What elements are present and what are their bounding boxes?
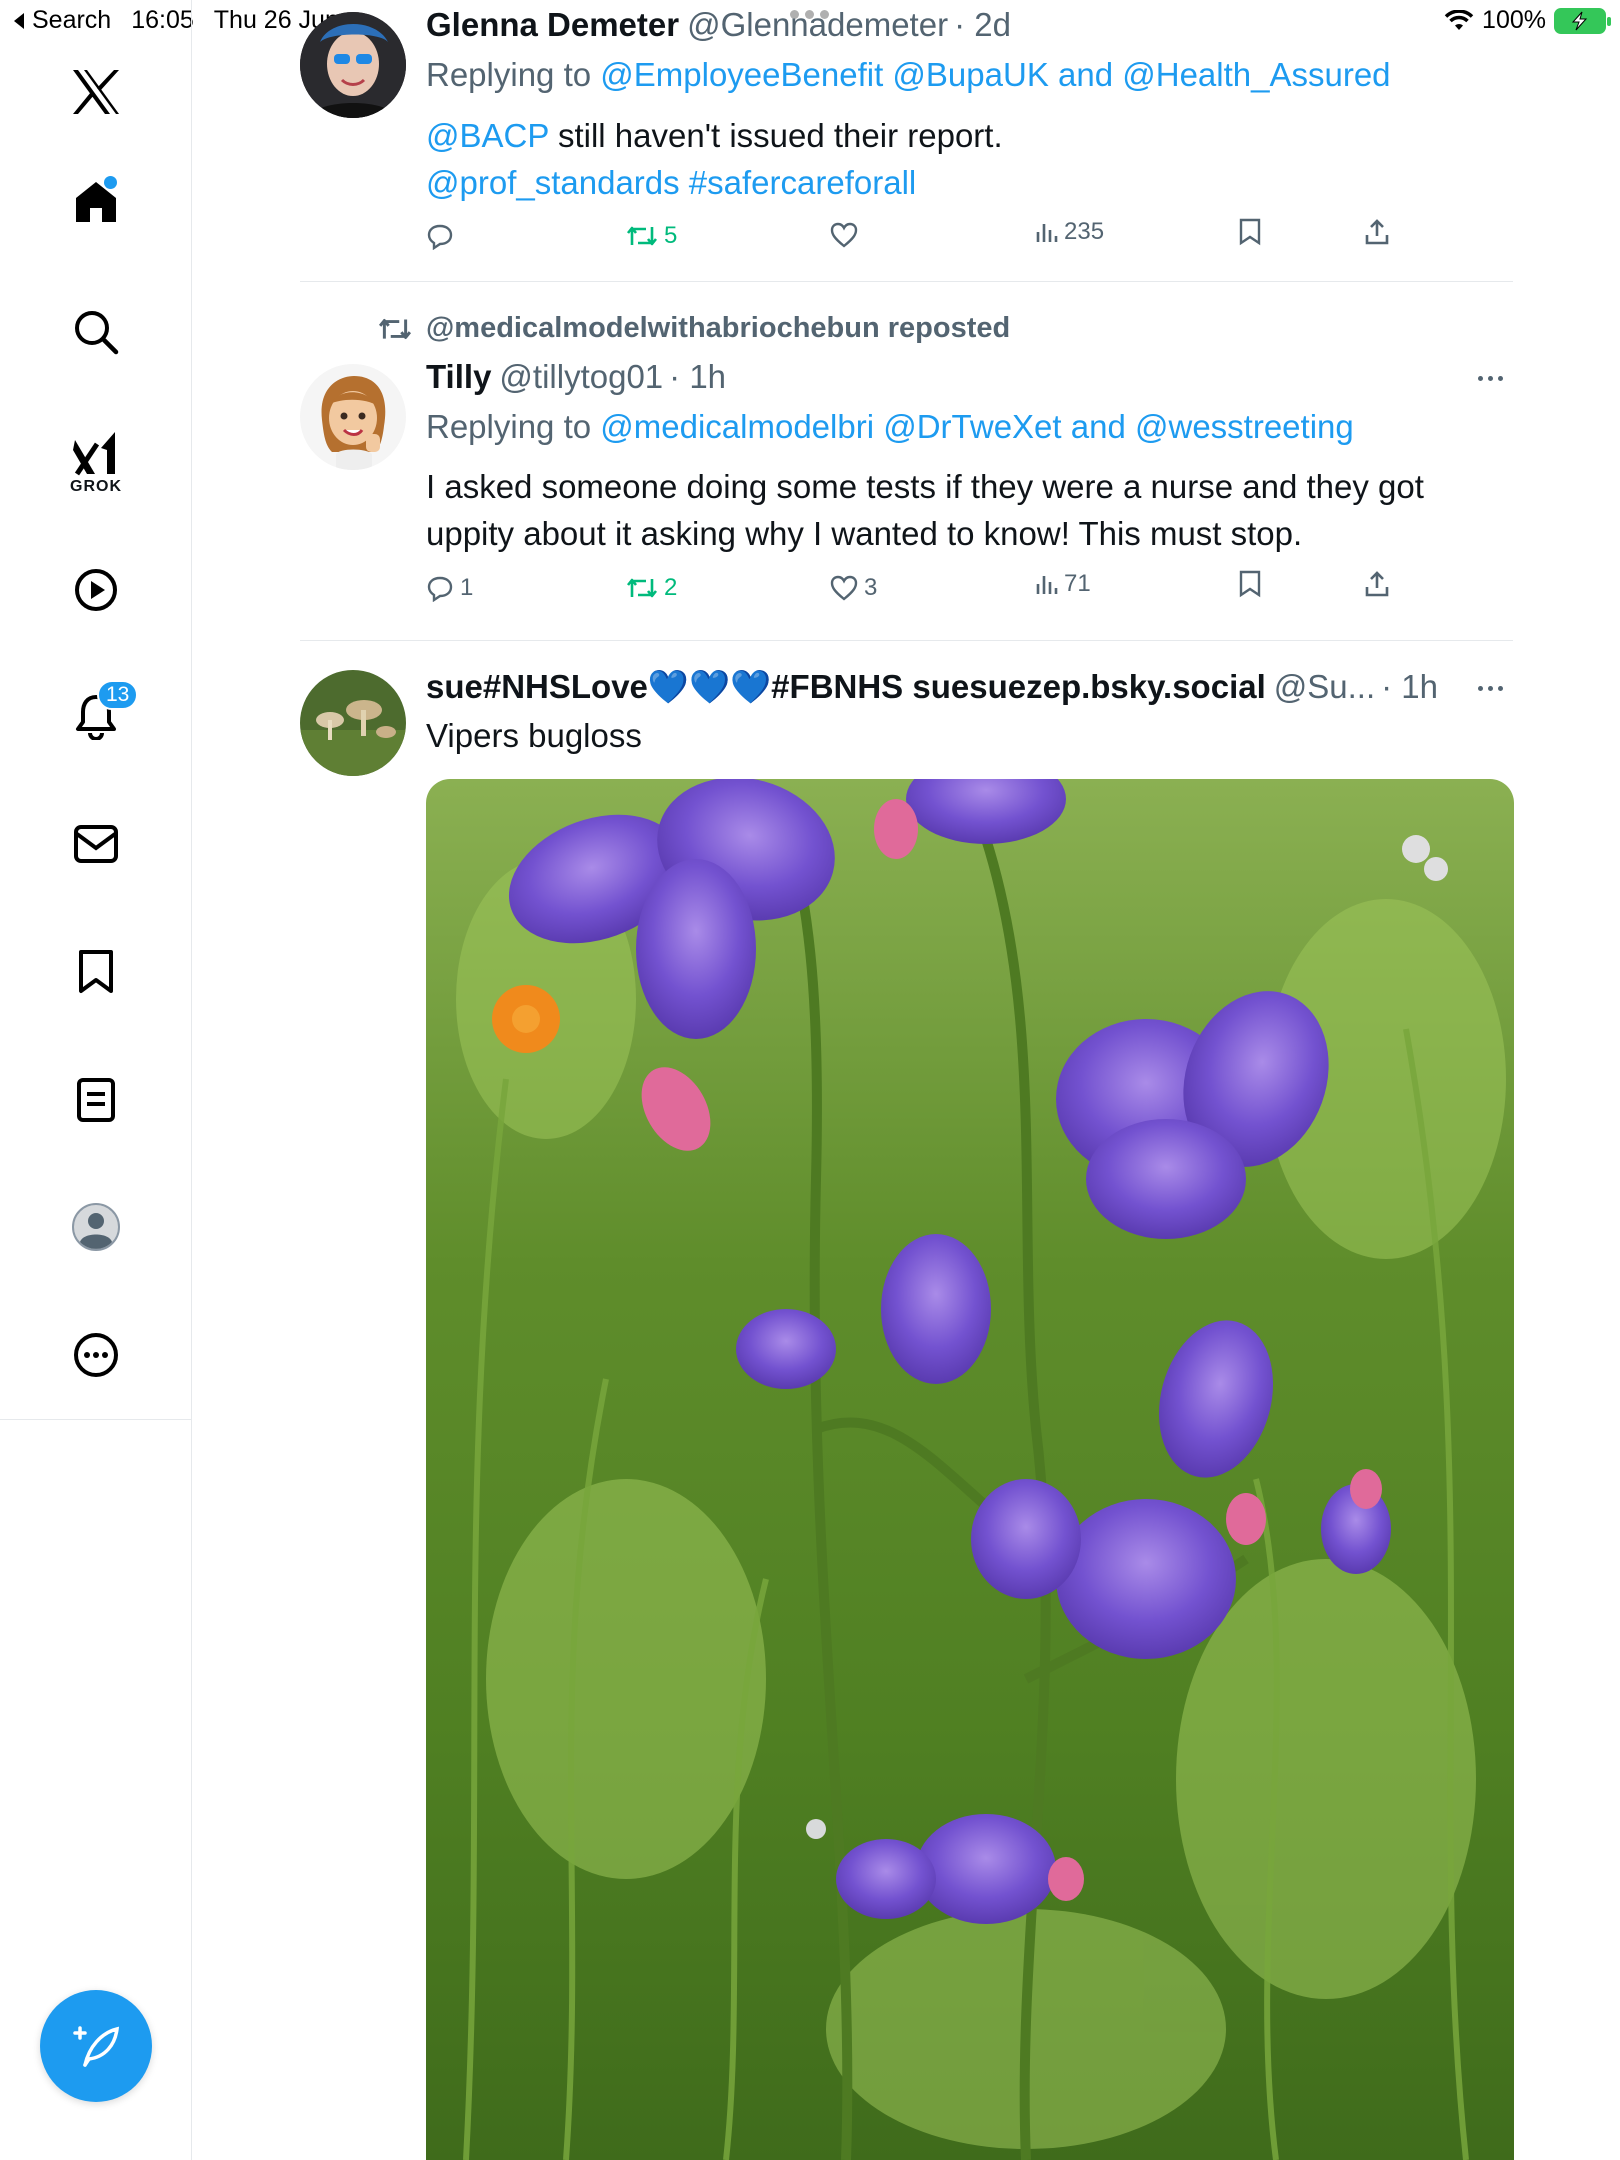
hashtag-link[interactable]: @prof_standards #safercareforall: [426, 159, 1003, 206]
tweet-divider: [300, 281, 1513, 282]
views-button[interactable]: 235: [1034, 218, 1104, 246]
avatar-tilly[interactable]: [300, 364, 406, 470]
post-time: · 2d: [954, 6, 1011, 43]
battery-percent: 100%: [1482, 6, 1546, 34]
nav-bookmarks[interactable]: [0, 942, 192, 1002]
repost-icon: [626, 578, 658, 598]
notifications-badge: 13: [97, 680, 139, 710]
search-icon: [75, 311, 119, 355]
bookmark-button[interactable]: [1238, 218, 1262, 246]
share-button[interactable]: [1364, 218, 1390, 246]
more-circle-icon: [74, 1333, 118, 1377]
tweet-text: @BACP still haven't issued their report.…: [426, 112, 1003, 206]
compose-post-button[interactable]: [40, 1990, 152, 2102]
views-button[interactable]: 71: [1034, 570, 1091, 598]
play-icon: [75, 569, 117, 611]
repost-button[interactable]: 2: [626, 574, 677, 602]
like-button[interactable]: [830, 222, 864, 248]
mention-link[interactable]: @Health_Assured: [1122, 56, 1390, 93]
sidebar: GROK 13: [0, 0, 192, 2160]
author-name[interactable]: Glenna Demeter: [426, 6, 679, 44]
reply-button[interactable]: [426, 222, 460, 250]
author-name[interactable]: Tilly: [426, 358, 491, 396]
compose-quill-icon: [73, 2026, 120, 2067]
repost-button[interactable]: 5: [626, 222, 677, 250]
tweet-text: Vipers bugloss: [426, 717, 642, 754]
author-handle[interactable]: @Su...: [1274, 668, 1375, 706]
nav-videos[interactable]: [0, 560, 192, 620]
tweet-actions: 1 2 3 71: [426, 570, 1401, 614]
heart-icon: [830, 222, 858, 248]
nav-home[interactable]: [0, 172, 192, 232]
bookmark-icon: [1239, 218, 1261, 246]
tweet-divider: [300, 640, 1513, 641]
bookmark-icon: [1239, 570, 1261, 598]
nav-profile[interactable]: [0, 1197, 192, 1257]
mention-link[interactable]: @medicalmodelbri @DrTweXet: [600, 408, 1061, 445]
author-handle[interactable]: @tillytog01: [499, 358, 663, 396]
share-button[interactable]: [1364, 570, 1390, 598]
home-unread-dot: [104, 176, 117, 189]
grok-icon: [73, 432, 115, 476]
mention-link[interactable]: @EmployeeBenefit @BupaUK: [600, 56, 1049, 93]
reply-icon: [427, 576, 453, 602]
tweet-actions: 5 235: [426, 218, 1401, 262]
nav-notifications[interactable]: 13: [0, 680, 192, 746]
more-options-button[interactable]: [1478, 368, 1518, 388]
mail-icon: [74, 825, 118, 863]
avatar-glenna[interactable]: [300, 12, 406, 118]
nav-more[interactable]: [0, 1325, 192, 1385]
battery-icon: [1554, 7, 1611, 34]
post-time: · 1h: [669, 358, 727, 395]
list-document-icon: [77, 1078, 115, 1122]
author-handle[interactable]: @Glennademeter: [687, 6, 948, 44]
vipers-bugloss-photo: [426, 779, 1514, 2160]
reply-icon: [427, 224, 453, 250]
profile-avatar-icon: [72, 1203, 120, 1251]
x-logo[interactable]: [0, 62, 192, 122]
wifi-icon: [1444, 9, 1474, 30]
bookmark-button[interactable]: [1238, 570, 1262, 598]
avatar-sue[interactable]: [300, 670, 406, 776]
nav-explore[interactable]: [0, 302, 192, 362]
views-chart-icon: [1036, 224, 1058, 242]
repost-context[interactable]: @medicalmodelwithabriochebun reposted: [378, 312, 1010, 345]
mention-link[interactable]: @BACP: [426, 117, 549, 154]
replying-to: Replying to @EmployeeBenefit @BupaUK and…: [426, 56, 1391, 93]
author-name[interactable]: sue#NHSLove💙💙💙#FBNHS suesuezep.bsky.soci…: [426, 668, 1266, 707]
like-button[interactable]: 3: [830, 574, 877, 602]
nav-lists[interactable]: [0, 1070, 192, 1130]
replying-to: Replying to @medicalmodelbri @DrTweXet a…: [426, 408, 1354, 445]
repost-icon: [626, 226, 658, 246]
mention-link[interactable]: @wesstreeting: [1135, 408, 1354, 445]
heart-icon: [830, 575, 858, 601]
post-time: · 1h: [1381, 668, 1439, 705]
repost-icon: [378, 318, 412, 339]
bookmark-icon: [79, 950, 113, 993]
share-icon: [1365, 571, 1389, 597]
tweet-photo[interactable]: [426, 779, 1514, 2160]
views-chart-icon: [1036, 576, 1058, 594]
reply-button[interactable]: 1: [426, 574, 473, 602]
sidebar-divider: [0, 1419, 192, 1420]
share-icon: [1365, 219, 1389, 245]
tweet-text: I asked someone doing some tests if they…: [426, 468, 1424, 552]
more-options-button[interactable]: [1478, 678, 1518, 698]
nav-grok[interactable]: GROK: [0, 425, 192, 501]
nav-messages[interactable]: [0, 814, 192, 874]
x-logo-icon: [73, 70, 119, 114]
